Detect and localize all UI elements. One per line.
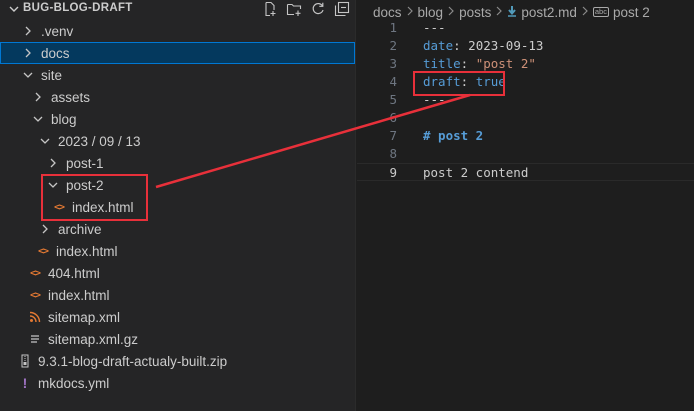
annotation-arrow-line bbox=[155, 93, 471, 189]
